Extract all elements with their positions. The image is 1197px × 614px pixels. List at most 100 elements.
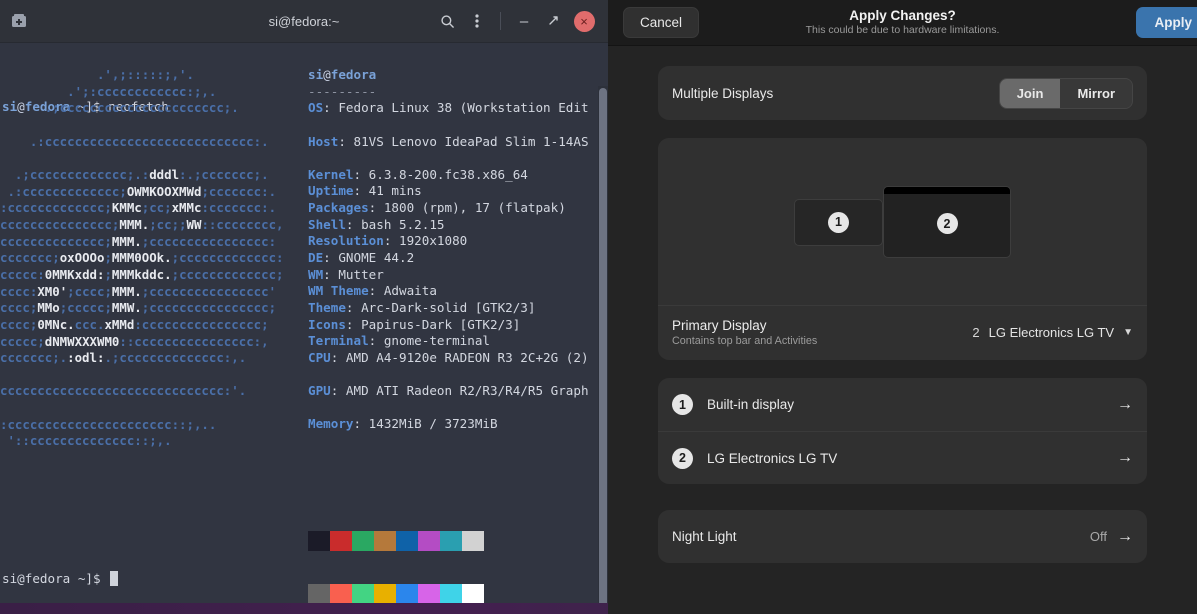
- night-light-label: Night Light: [672, 529, 737, 544]
- neofetch-field: Memory: 1432MiB / 3723MiB: [308, 416, 498, 432]
- neofetch-field: GPU: AMD ATI Radeon R2/R3/R4/R5 Graph: [308, 383, 589, 399]
- primary-display-text: Primary Display Contains top bar and Act…: [672, 317, 817, 348]
- palette-row-bright: [308, 584, 484, 603]
- monitor-2-thumbnail[interactable]: 2: [883, 185, 1011, 258]
- terminal-titlebar: si@fedora:~ – ×: [0, 0, 608, 43]
- arrow-right-icon[interactable]: →: [1117, 396, 1133, 413]
- neofetch-field: Shell: bash 5.2.15: [308, 216, 445, 232]
- multiple-displays-card: Multiple Displays Join Mirror: [658, 66, 1147, 120]
- minimize-icon[interactable]: –: [510, 7, 538, 35]
- terminal-tail-prompt: si@fedora ~]$: [2, 571, 119, 588]
- neofetch-separator: ---------: [308, 83, 377, 99]
- palette-swatch: [440, 531, 462, 552]
- monitor-2-badge: 2: [936, 213, 958, 234]
- maximize-icon[interactable]: [540, 7, 568, 35]
- titlebar-divider: [500, 12, 501, 30]
- neofetch-field: Uptime: 41 mins: [308, 183, 422, 199]
- night-light-state: Off: [1089, 529, 1107, 544]
- primary-display-title: Primary Display: [672, 318, 767, 333]
- multiple-displays-label: Multiple Displays: [672, 85, 774, 101]
- neofetch-field: Terminal: gnome-terminal: [308, 333, 490, 349]
- arrow-right-icon[interactable]: →: [1117, 450, 1133, 466]
- palette-row-normal: [308, 531, 484, 552]
- primary-display-row[interactable]: Primary Display Contains top bar and Act…: [658, 305, 1147, 360]
- kebab-menu-icon[interactable]: [463, 7, 491, 35]
- terminal-scrollbar[interactable]: [598, 86, 608, 603]
- terminal-titlebar-controls: – ×: [433, 7, 608, 35]
- neofetch-field: CPU: AMD A4-9120e RADEON R3 2C+2G (2): [308, 349, 589, 365]
- neofetch-field: Packages: 1800 (rpm), 17 (flatpak): [308, 200, 566, 216]
- display-name-label: Built-in display: [707, 397, 795, 412]
- palette-swatch: [352, 531, 374, 552]
- terminal-body[interactable]: si@fedora ~]$ neofetch .',;:::::;,'. .';…: [0, 43, 608, 603]
- tail-path: ~]$: [70, 571, 109, 586]
- night-light-row[interactable]: Night Light Off →: [658, 510, 1147, 563]
- primary-display-value: LG Electronics LG TV: [988, 325, 1115, 340]
- display-arrangement-area[interactable]: 1 2: [658, 138, 1147, 305]
- palette-swatch: [330, 531, 352, 552]
- monitor-1-badge: 1: [828, 211, 849, 233]
- neofetch-field: Theme: Arc-Dark-solid [GTK2/3]: [308, 299, 536, 315]
- tail-at: @: [17, 571, 25, 586]
- display-badge: 1: [672, 394, 693, 415]
- palette-swatch: [374, 531, 396, 552]
- palette-swatch: [396, 531, 418, 552]
- primary-topbar-indicator: [884, 186, 1010, 194]
- settings-headerbar: Cancel Apply Changes? This could be due …: [608, 0, 1197, 46]
- arrow-right-icon[interactable]: →: [1117, 528, 1133, 545]
- display-badge: 2: [672, 447, 693, 469]
- palette-swatch: [462, 584, 484, 603]
- list-item[interactable]: 1 Built-in display →: [658, 378, 1147, 431]
- night-light-card: Night Light Off →: [658, 510, 1147, 563]
- primary-display-number: 2: [972, 325, 980, 340]
- close-icon: ×: [573, 10, 595, 32]
- display-name-label: LG Electronics LG TV: [707, 450, 838, 466]
- palette-swatch: [462, 531, 484, 552]
- display-settings-window: Cancel Apply Changes? This could be due …: [608, 0, 1197, 614]
- arrangement-and-primary-card: 1 2 Primary Display Contains top bar and…: [658, 138, 1147, 360]
- neofetch-ascii-art: .',;:::::;,'. .';:cccccccccccc:;,. .;ccc…: [0, 67, 284, 449]
- apply-button[interactable]: Apply: [1136, 7, 1197, 38]
- neofetch-field: WM Theme: Adwaita: [308, 283, 437, 299]
- search-icon[interactable]: [433, 7, 461, 35]
- neofetch-field: OS: Fedora Linux 38 (Workstation Edit: [308, 100, 589, 116]
- neofetch-info-list: si@fedora --------- OS: Fedora Linux 38 (W…: [308, 67, 608, 433]
- neofetch-field: WM: Mutter: [308, 266, 384, 282]
- terminal-window: si@fedora:~ – × si@fedora ~]$ neofetch .…: [0, 0, 608, 603]
- primary-display-selector[interactable]: 2 LG Electronics LG TV ▼: [972, 325, 1133, 340]
- display-list-card: 1 Built-in display → 2 LG Electronics LG…: [658, 378, 1147, 484]
- palette-swatch: [330, 584, 352, 603]
- settings-content: Multiple Displays Join Mirror 1 2 Primar…: [608, 46, 1197, 563]
- monitor-layout: 1 2: [658, 138, 1147, 305]
- join-option[interactable]: Join: [999, 78, 1061, 108]
- neofetch-field: Host: 81VS Lenovo IdeaPad Slim 1-14AS: [308, 133, 589, 149]
- terminal-cursor: [110, 571, 119, 586]
- palette-swatch: [308, 584, 330, 603]
- chevron-down-icon[interactable]: ▼: [1123, 327, 1133, 338]
- multiple-displays-segmented-control: Join Mirror: [998, 77, 1133, 109]
- terminal-scrollbar-thumb[interactable]: [599, 88, 607, 603]
- list-item[interactable]: 2 LG Electronics LG TV →: [658, 431, 1147, 484]
- neofetch-userhost: si@fedora: [308, 67, 377, 82]
- neofetch-field: DE: GNOME 44.2: [308, 250, 415, 266]
- neofetch-field: Kernel: 6.3.8-200.fc38.x86_64: [308, 166, 528, 182]
- tail-user: si: [2, 571, 18, 586]
- palette-swatch: [352, 584, 374, 603]
- cancel-button[interactable]: Cancel: [623, 7, 700, 38]
- palette-swatch: [374, 584, 396, 603]
- mirror-option[interactable]: Mirror: [1060, 78, 1132, 108]
- palette-swatch: [418, 531, 440, 552]
- new-tab-icon[interactable]: [9, 11, 29, 31]
- neofetch-field: Icons: Papirus-Dark [GTK2/3]: [308, 316, 521, 332]
- palette-swatch: [308, 531, 330, 552]
- palette-swatch: [418, 584, 440, 603]
- monitor-1-thumbnail[interactable]: 1: [794, 198, 883, 246]
- close-button[interactable]: ×: [570, 7, 598, 35]
- primary-display-subtitle: Contains top bar and Activities: [672, 335, 818, 347]
- palette-swatch: [396, 584, 418, 603]
- neofetch-field: Resolution: 1920x1080: [308, 233, 468, 249]
- neofetch-color-palette: [308, 498, 484, 603]
- tail-host: fedora: [24, 571, 71, 586]
- multiple-displays-row: Multiple Displays Join Mirror: [658, 66, 1147, 120]
- screen: si@fedora:~ – × si@fedora ~]$ neofetch .…: [0, 0, 1197, 614]
